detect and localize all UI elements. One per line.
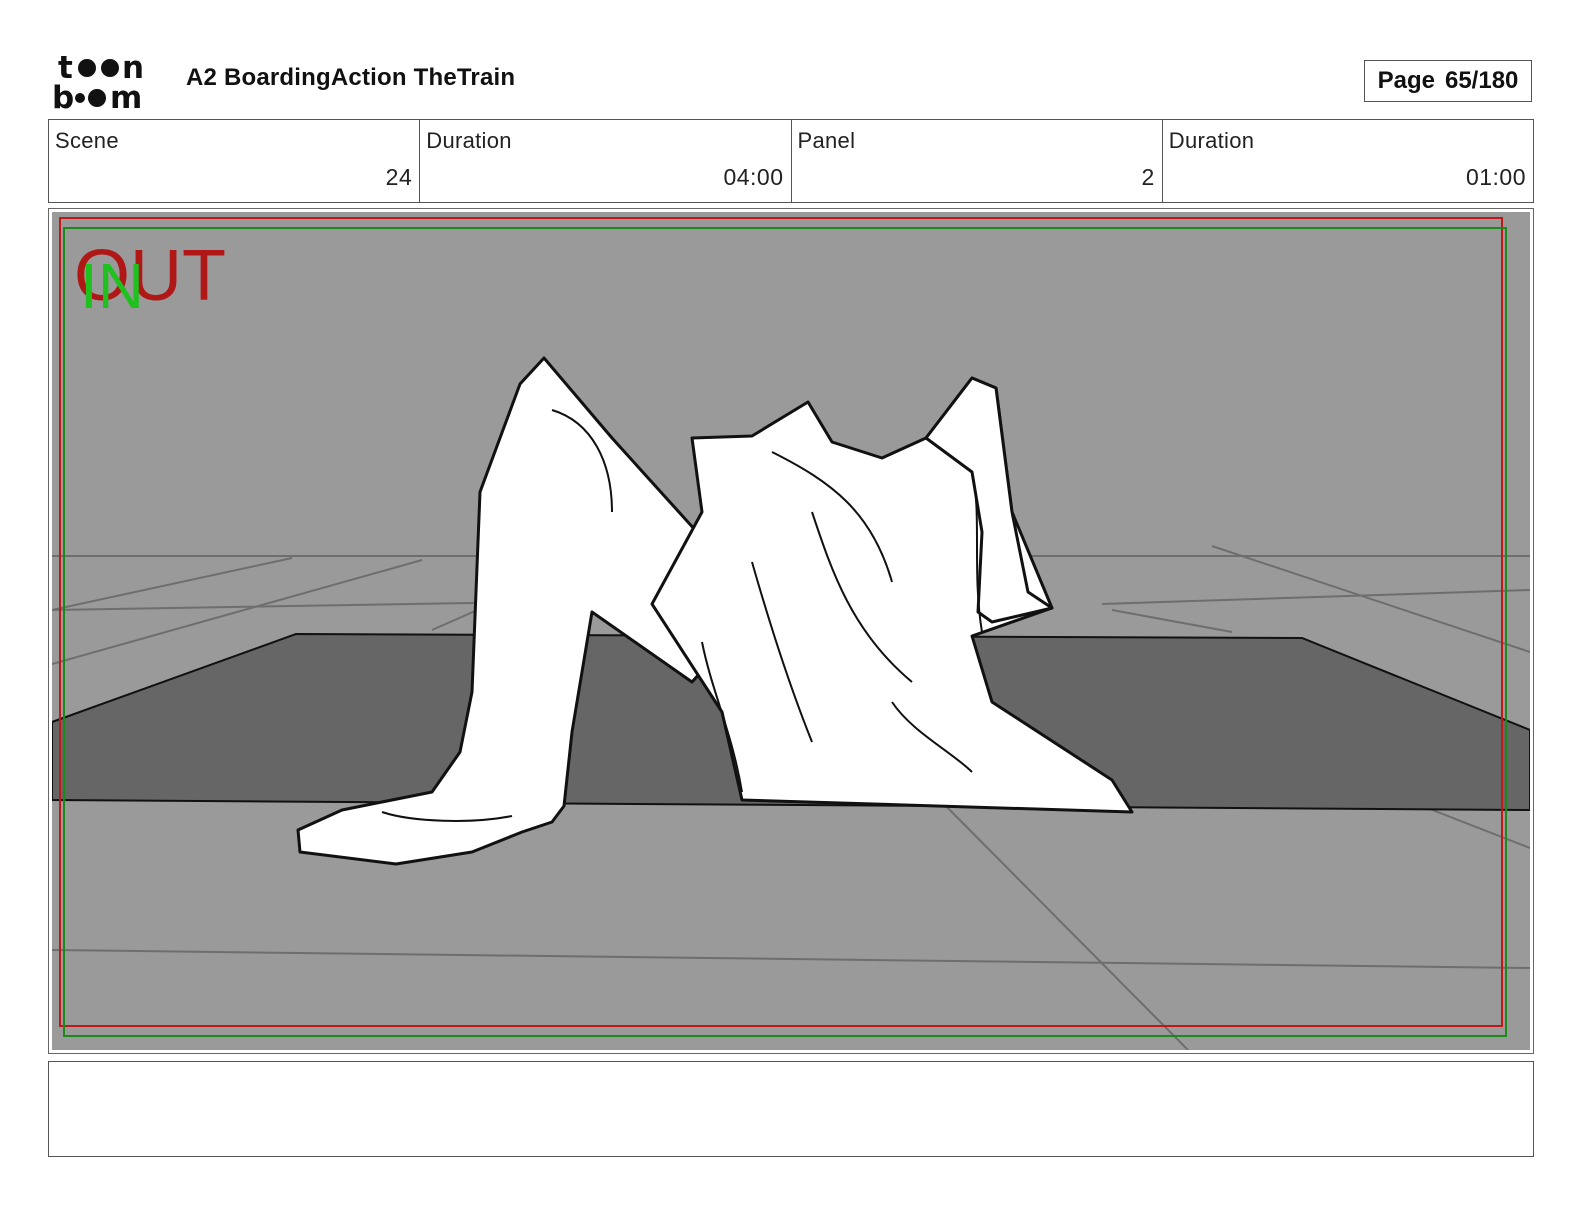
- panel-duration-cell: Duration 01:00: [1163, 120, 1533, 202]
- scene-duration-cell: Duration 04:00: [420, 120, 792, 202]
- panel-cell: Panel 2: [792, 120, 1163, 202]
- svg-text:m: m: [110, 80, 142, 112]
- page-indicator: Page 65/180: [1364, 60, 1532, 102]
- panel-value: 2: [1141, 164, 1155, 190]
- panel-label: Panel: [797, 128, 856, 153]
- page-number: 65/180: [1444, 67, 1519, 94]
- scene-label: Scene: [55, 128, 119, 153]
- page-label: Page: [1377, 67, 1435, 94]
- panel-duration-label: Duration: [1168, 128, 1255, 153]
- storyboard-panel: [48, 208, 1534, 1054]
- scene-duration-value: 04:00: [723, 164, 784, 190]
- project-title: A2 BoardingAction TheTrain: [186, 64, 516, 91]
- panel-drawing: [52, 212, 1530, 1050]
- in-frame-label: IN: [80, 250, 144, 322]
- scene-duration-label: Duration: [426, 128, 512, 153]
- panel-duration-value: 01:00: [1465, 164, 1526, 190]
- toon-boom-logo: t n b m: [52, 50, 144, 112]
- svg-text:b: b: [52, 80, 74, 112]
- scene-value: 24: [385, 164, 413, 190]
- scene-cell: Scene 24: [49, 120, 421, 202]
- panel-notes-box[interactable]: [48, 1061, 1534, 1157]
- panel-info-row: Scene 24 Duration 04:00 Panel 2 Duration…: [48, 119, 1534, 203]
